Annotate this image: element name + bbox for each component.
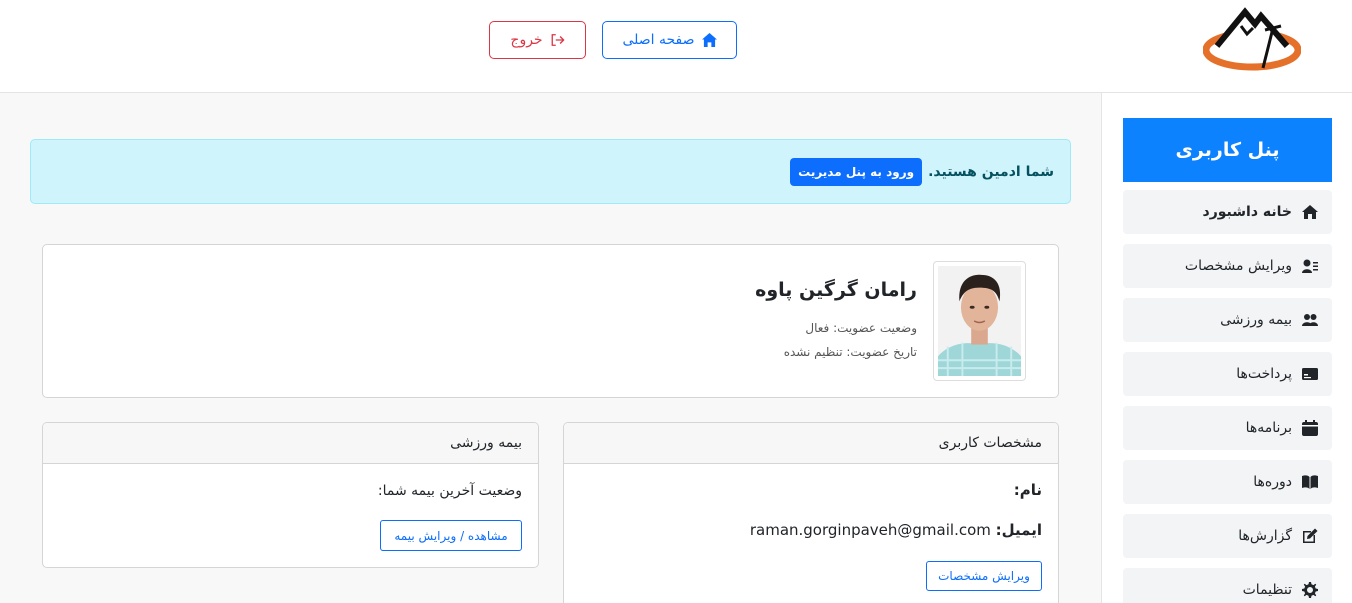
edit-profile-button[interactable]: ویرایش مشخصات bbox=[926, 561, 1042, 591]
name-label: نام: bbox=[1013, 481, 1042, 499]
sidebar-item-reports[interactable]: گزارش‌ها bbox=[1123, 514, 1332, 558]
email-value: raman.gorginpaveh@gmail.com bbox=[749, 521, 991, 539]
sidebar-item-label: ویرایش مشخصات bbox=[1184, 258, 1292, 274]
users-icon bbox=[1302, 314, 1318, 326]
panel-title: پنل کاربری bbox=[1123, 118, 1332, 182]
logout-button[interactable]: خروج bbox=[489, 21, 586, 59]
sidebar-item-settings[interactable]: تنظیمات bbox=[1123, 568, 1332, 603]
card-icon bbox=[1302, 368, 1318, 380]
membership-date: تاریخ عضویت: تنظیم نشده bbox=[783, 345, 917, 359]
sidebar-item-programs[interactable]: برنامه‌ها bbox=[1123, 406, 1332, 450]
top-header: صفحه اصلی خروج bbox=[0, 0, 1352, 93]
sidebar-item-label: گزارش‌ها bbox=[1238, 528, 1292, 544]
mountain-logo[interactable] bbox=[1202, 6, 1302, 72]
sidebar: پنل کاربری خانه داشبورد ویرایش مشخصات بی… bbox=[1101, 93, 1352, 603]
sidebar-item-label: خانه داشبورد bbox=[1202, 204, 1292, 220]
gear-icon bbox=[1302, 582, 1318, 598]
sidebar-item-label: بیمه ورزشی bbox=[1220, 312, 1292, 328]
pen-square-icon bbox=[1303, 528, 1318, 543]
sidebar-item-label: تنظیمات bbox=[1242, 582, 1292, 598]
membership-status: وضعیت عضویت: فعال bbox=[805, 321, 917, 335]
profile-name: رامان گرگین پاوه bbox=[755, 279, 917, 301]
home-button[interactable]: صفحه اصلی bbox=[602, 21, 737, 59]
profile-card: رامان گرگین پاوه وضعیت عضویت: فعال تاریخ… bbox=[42, 244, 1059, 398]
sidebar-item-payments[interactable]: پرداخت‌ها bbox=[1123, 352, 1332, 396]
sidebar-item-dashboard[interactable]: خانه داشبورد bbox=[1123, 190, 1332, 234]
name-field: نام: bbox=[1014, 481, 1042, 499]
sidebar-item-label: پرداخت‌ها bbox=[1236, 366, 1292, 382]
sidebar-item-label: برنامه‌ها bbox=[1245, 420, 1292, 436]
book-icon bbox=[1302, 475, 1318, 489]
home-button-label: صفحه اصلی bbox=[622, 32, 695, 48]
email-field: ایمیل: raman.gorginpaveh@gmail.com bbox=[750, 521, 1042, 539]
sidebar-item-edit-profile[interactable]: ویرایش مشخصات bbox=[1123, 244, 1332, 288]
logout-button-label: خروج bbox=[510, 32, 543, 48]
insurance-status-text: وضعیت آخرین بیمه شما: bbox=[377, 483, 522, 499]
home-icon bbox=[1302, 205, 1318, 219]
home-icon bbox=[701, 33, 717, 47]
sidebar-item-courses[interactable]: دوره‌ها bbox=[1123, 460, 1332, 504]
sidebar-item-insurance[interactable]: بیمه ورزشی bbox=[1123, 298, 1332, 342]
sidebar-item-label: دوره‌ها bbox=[1253, 474, 1292, 490]
email-label: ایمیل: bbox=[995, 521, 1042, 539]
avatar bbox=[933, 261, 1026, 381]
insurance-card-title: بیمه ورزشی bbox=[43, 423, 538, 464]
admin-alert-text: شما ادمین هستید. bbox=[928, 163, 1054, 180]
view-edit-insurance-button[interactable]: مشاهده / ویرایش بیمه bbox=[380, 520, 522, 551]
user-info-card-title: مشخصات کاربری bbox=[564, 423, 1058, 464]
admin-panel-button[interactable]: ورود به پنل مدیریت bbox=[790, 157, 923, 186]
logout-icon bbox=[551, 34, 565, 46]
user-info-card: مشخصات کاربری نام: ایمیل: raman.gorginpa… bbox=[563, 422, 1059, 603]
calendar-icon bbox=[1302, 420, 1318, 436]
admin-alert: شما ادمین هستید. ورود به پنل مدیریت bbox=[30, 139, 1071, 204]
user-edit-icon bbox=[1302, 259, 1318, 273]
insurance-card: بیمه ورزشی وضعیت آخرین بیمه شما: مشاهده … bbox=[42, 422, 539, 568]
